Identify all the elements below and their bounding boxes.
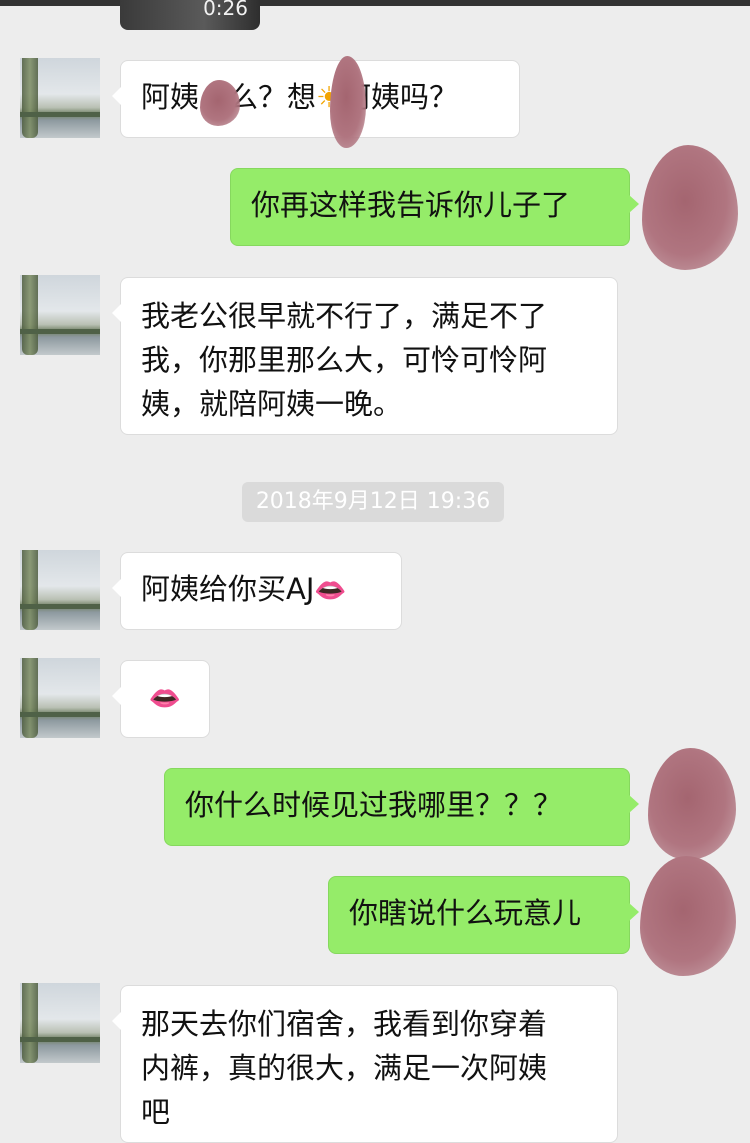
message-bubble-incoming[interactable]: 那天去你们宿舍，我看到你穿着 内裤，真的很大，满足一次阿姨 吧 xyxy=(112,985,618,1143)
message-text: 你瞎说什么玩意儿 xyxy=(349,896,582,930)
message-text: 你什么时候见过我哪里？？？ xyxy=(185,788,563,822)
message-text-line: 内裤，真的很大，满足一次阿姨 xyxy=(141,1051,548,1085)
contact-avatar[interactable] xyxy=(20,550,100,630)
message-bubble-incoming[interactable]: 阿姨 么？想☀阿姨吗？ xyxy=(112,60,520,138)
top-edge xyxy=(0,0,750,6)
message-bubble-outgoing[interactable]: 你瞎说什么玩意儿 xyxy=(328,876,639,954)
video-duration: 0:26 xyxy=(203,0,248,20)
message-text-line: 我老公很早就不行了，满足不了 xyxy=(141,299,548,333)
contact-avatar[interactable] xyxy=(20,275,100,355)
message-text-line: 我，你那里那么大，可怜可怜阿 xyxy=(141,343,548,377)
video-message-thumbnail[interactable]: 0:26 xyxy=(120,0,260,30)
message-text: 么？想 xyxy=(229,80,317,114)
lips-emoji-icon: 👄 xyxy=(148,684,182,714)
message-bubble-incoming[interactable]: 阿姨给你买AJ👄 xyxy=(112,552,402,630)
message-text-line: 姨，就陪阿姨一晚。 xyxy=(141,387,403,421)
redacted-avatar xyxy=(642,145,738,270)
redacted-avatar xyxy=(640,856,736,976)
message-text: 阿姨 xyxy=(141,80,200,114)
message-text-line: 吧 xyxy=(141,1095,171,1129)
lips-emoji-icon: 👄 xyxy=(314,576,347,606)
message-bubble-outgoing[interactable]: 你什么时候见过我哪里？？？ xyxy=(164,768,639,846)
message-text-line: 那天去你们宿舍，我看到你穿着 xyxy=(141,1007,548,1041)
contact-avatar[interactable] xyxy=(20,58,100,138)
message-bubble-incoming[interactable]: 👄 xyxy=(112,660,210,738)
message-bubble-incoming[interactable]: 我老公很早就不行了，满足不了 我，你那里那么大，可怜可怜阿 姨，就陪阿姨一晚。 xyxy=(112,277,618,435)
redacted-avatar xyxy=(648,748,736,860)
redaction-mark xyxy=(200,80,240,126)
message-text: 阿姨给你买AJ xyxy=(141,572,315,606)
message-bubble-outgoing[interactable]: 你再这样我告诉你儿子了 xyxy=(230,168,639,246)
message-text: 你再这样我告诉你儿子了 xyxy=(251,188,571,222)
contact-avatar[interactable] xyxy=(20,983,100,1063)
chat-timestamp: 2018年9月12日 19:36 xyxy=(242,482,504,522)
contact-avatar[interactable] xyxy=(20,658,100,738)
